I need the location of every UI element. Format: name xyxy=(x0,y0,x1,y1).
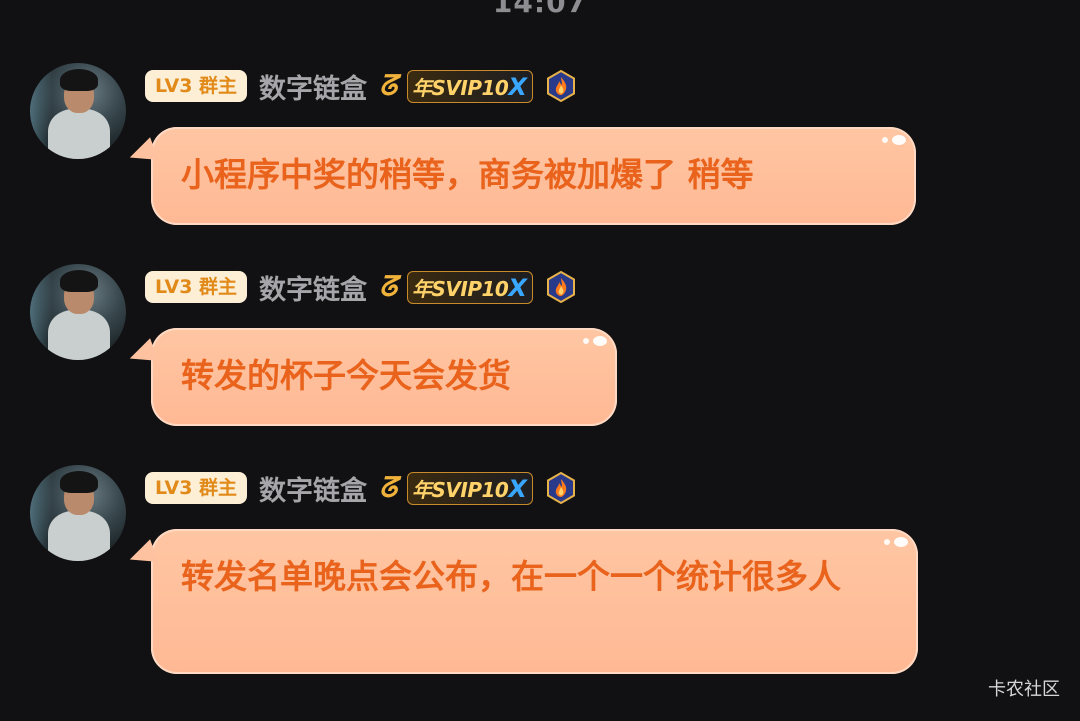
sender-name[interactable]: 数字链盒 xyxy=(259,268,367,307)
message-bubble[interactable]: 转发的杯子今天会发货 xyxy=(125,328,617,426)
level-badge: LV3 群主 xyxy=(145,271,248,303)
svip-badge[interactable]: ᘔ 年SVIP10X xyxy=(379,471,534,505)
svip-badge[interactable]: ᘔ 年SVIP10X xyxy=(379,69,534,103)
svip-badge[interactable]: ᘔ 年SVIP10X xyxy=(379,270,534,304)
flame-badge-icon[interactable] xyxy=(545,70,577,102)
svip-label: 年SVIP10X xyxy=(407,69,534,103)
sender-avatar[interactable] xyxy=(30,264,126,360)
message-timestamp: 14:07 xyxy=(492,0,588,19)
message-text: 转发名单晚点会公布，在一个一个统计很多人 xyxy=(181,557,841,596)
level-badge: LV3 群主 xyxy=(145,70,248,102)
message-text: 小程序中奖的稍等，商务被加爆了 稍等 xyxy=(181,155,754,194)
svip-label: 年SVIP10X xyxy=(407,471,534,505)
level-badge: LV3 群主 xyxy=(145,472,248,504)
sender-name[interactable]: 数字链盒 xyxy=(259,67,367,106)
flame-badge-icon[interactable] xyxy=(545,472,577,504)
svip-swirl-icon: ᘔ xyxy=(379,270,398,303)
svip-swirl-icon: ᘔ xyxy=(379,471,398,504)
sender-name[interactable]: 数字链盒 xyxy=(259,469,367,508)
flame-badge-icon[interactable] xyxy=(545,271,577,303)
message-header: LV3 群主 数字链盒 ᘔ 年SVIP10X xyxy=(145,268,577,307)
message-bubble[interactable]: 小程序中奖的稍等，商务被加爆了 稍等 xyxy=(125,127,916,225)
sender-avatar[interactable] xyxy=(30,465,126,561)
svip-label: 年SVIP10X xyxy=(407,270,534,304)
message-bubble[interactable]: 转发名单晚点会公布，在一个一个统计很多人 xyxy=(125,529,918,674)
message-text: 转发的杯子今天会发货 xyxy=(181,356,511,395)
sender-avatar[interactable] xyxy=(30,63,126,159)
message-header: LV3 群主 数字链盒 ᘔ 年SVIP10X xyxy=(145,67,577,106)
message-header: LV3 群主 数字链盒 ᘔ 年SVIP10X xyxy=(145,469,577,508)
svip-swirl-icon: ᘔ xyxy=(379,69,398,102)
watermark: 卡农社区 xyxy=(988,679,1060,700)
